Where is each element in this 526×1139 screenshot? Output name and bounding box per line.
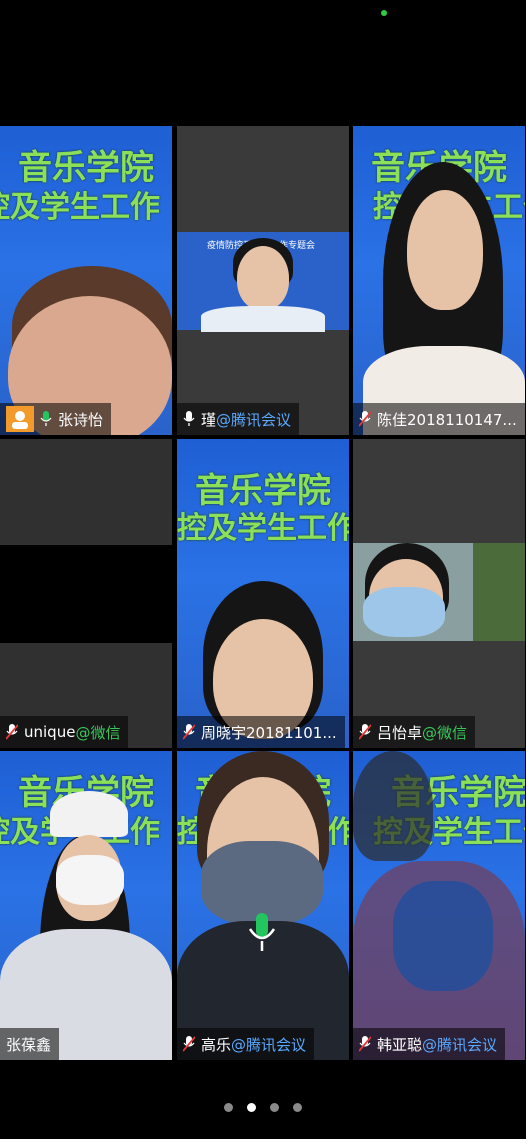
video-tile-unique[interactable]: unique @微信: [0, 439, 172, 748]
video-tile-zhangbaoxin[interactable]: 音乐学院 控及学生工作 张葆鑫: [0, 751, 172, 1060]
video-tile-chenjia[interactable]: 音乐学院 控及学生工作 陈佳2018110147...: [353, 126, 525, 435]
camera-indicator-dot: [381, 10, 387, 16]
video-feed: 音乐学院 控及学生工作: [353, 126, 525, 435]
video-feed: [353, 439, 525, 748]
page-dot[interactable]: [224, 1103, 233, 1112]
participant-label: 张葆鑫: [0, 1028, 60, 1060]
participant-name: 张诗怡: [58, 410, 104, 429]
cap: [50, 791, 128, 837]
speaking-mic-icon: [247, 911, 277, 955]
participant-label: 张诗怡: [0, 403, 112, 435]
video-tile-gaole[interactable]: 音乐学院 控及学生工作 高乐@腾讯会议: [177, 751, 349, 1060]
video-feed: 疫情防控及学生工作专题会: [177, 126, 349, 435]
mic-muted-icon: [359, 724, 371, 740]
video-tile-zhangshiyi[interactable]: 音乐学院 控及学生工作 张诗怡: [0, 126, 172, 435]
participant-name: unique: [24, 723, 76, 741]
participant-name: 周晓宇20181101...: [201, 723, 337, 742]
participant-label: 瑾 @腾讯会议: [177, 403, 300, 435]
video-feed: 音乐学院 控及学生工作: [0, 751, 172, 1060]
video-feed: 音乐学院 控及学生工作: [353, 751, 525, 1060]
participant-label: 吕怡卓 @微信: [353, 716, 476, 748]
participant-source: @腾讯会议: [231, 1035, 307, 1054]
video-tile-hanyacong[interactable]: 音乐学院 控及学生工作 韩亚聪@腾讯会议: [353, 751, 525, 1060]
page-dot[interactable]: [293, 1103, 302, 1112]
mic-on-icon: [40, 411, 52, 427]
video-feed: 音乐学院 控及学生工作: [177, 439, 349, 748]
slide-subtitle: 控及学生工作: [177, 511, 349, 546]
video-tile-zhouxiaoyu[interactable]: 音乐学院 控及学生工作 周晓宇20181101...: [177, 439, 349, 748]
participant-name: 高乐: [201, 1035, 232, 1054]
participant-source: @腾讯会议: [422, 1035, 498, 1054]
participant-source: @微信: [422, 723, 468, 742]
participant-label: 周晓宇20181101...: [177, 716, 345, 748]
participant-name: 陈佳2018110147...: [377, 410, 517, 429]
video-tile-lvyizhuo[interactable]: 吕怡卓 @微信: [353, 439, 525, 748]
participant-label: 韩亚聪 @腾讯会议: [353, 1028, 506, 1060]
mic-muted-icon: [359, 411, 371, 427]
mic-muted-icon: [359, 1036, 371, 1052]
mic-muted-icon: [183, 724, 195, 740]
page-dot[interactable]: [270, 1103, 279, 1112]
mic-muted-icon: [6, 724, 18, 740]
participant-name: 张葆鑫: [6, 1035, 52, 1054]
participant-source: @微信: [75, 723, 121, 742]
participant-label: 陈佳2018110147...: [353, 403, 525, 435]
participant-source: @腾讯会议: [216, 410, 292, 429]
page-dot-current[interactable]: [247, 1103, 256, 1112]
mic-muted-icon: [183, 1036, 195, 1052]
participant-label: 高乐 @腾讯会议: [177, 1028, 315, 1060]
mic-on-icon: [183, 411, 195, 427]
host-badge-icon: [6, 406, 34, 432]
video-feed: 音乐学院 控及学生工作: [0, 126, 172, 435]
video-feed: 音乐学院 控及学生工作: [177, 751, 349, 1060]
participant-name: 韩亚聪: [377, 1035, 423, 1054]
video-tile-jin[interactable]: 疫情防控及学生工作专题会 瑾@腾讯会议: [177, 126, 349, 435]
video-feed: [0, 439, 172, 748]
page-indicator[interactable]: [0, 1103, 526, 1112]
slide-subtitle: 控及学生工作: [0, 190, 160, 225]
participant-label: unique @微信: [0, 716, 129, 748]
participant-name: 吕怡卓: [377, 723, 423, 742]
participant-name: 瑾: [201, 410, 217, 429]
